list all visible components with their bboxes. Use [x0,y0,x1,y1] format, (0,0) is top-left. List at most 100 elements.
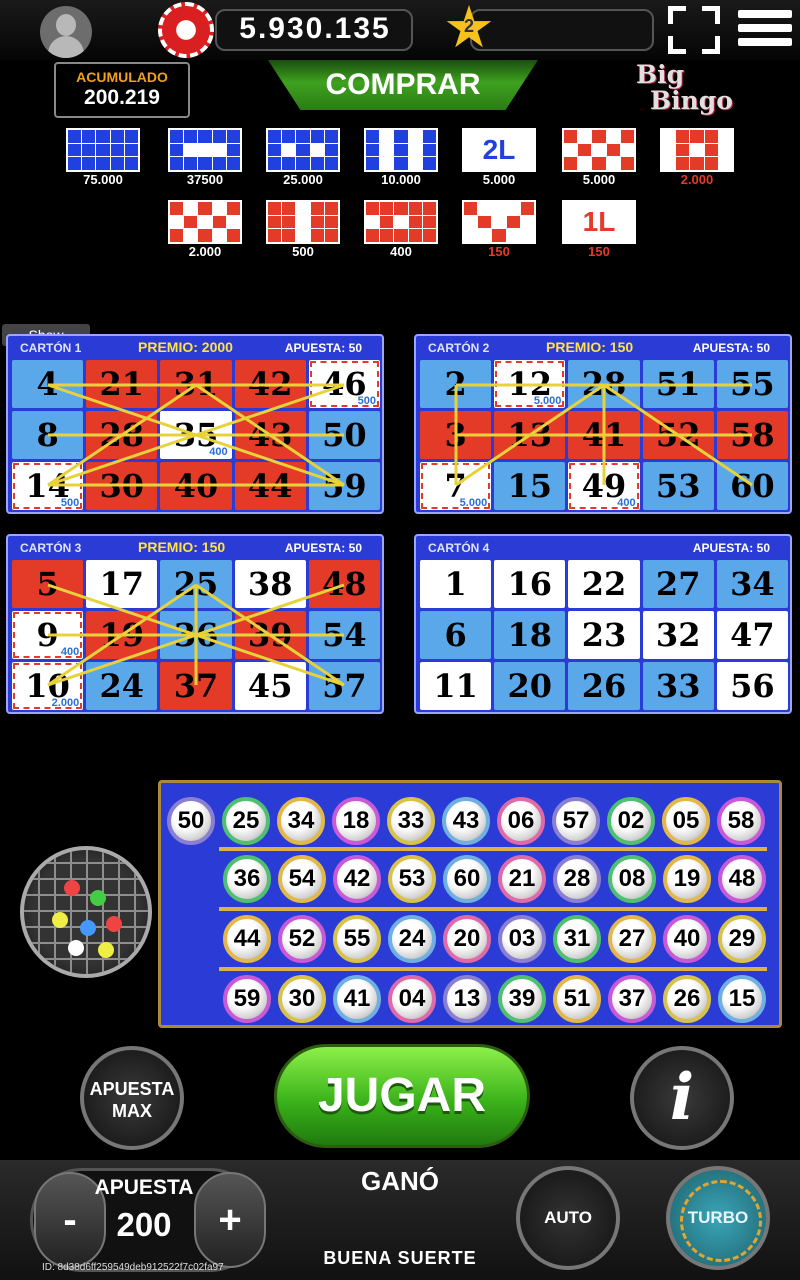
pattern-prize: 2.000 [680,172,714,187]
card-number: 21 [99,365,145,403]
poker-chip-icon [158,2,214,58]
card-prize: PREMIO: 150 [546,339,634,355]
jackpot-value: 200.219 [84,86,160,109]
turbo-button[interactable]: TURBO [666,1166,770,1270]
card-number: 32 [655,616,701,654]
card-title: CARTÓN 1 [20,341,82,355]
bingo-card-4[interactable]: CARTÓN 4 APUESTA: 50 1 16 22 27 34 6 18 23 32 47 11 2… [414,534,792,714]
card-number: 28 [581,365,627,403]
pattern-grid: 1L [562,200,636,244]
pattern-grid [462,200,536,244]
drawn-ball: 51 [553,975,601,1023]
pattern-prize: 2.000 [188,244,222,259]
bet-label: APUESTA [94,1176,194,1199]
card-cell: 51 [642,360,714,408]
avatar-icon[interactable] [40,6,92,58]
card-number: 1 [444,565,467,603]
card-number: 44 [247,467,293,505]
bet-value: 200 [116,1206,172,1243]
drawn-ball: 08 [608,855,656,903]
max-bet-label-2: MAX [112,1101,152,1121]
card-cell: 46 500 [308,360,380,408]
card-number: 19 [99,616,145,654]
card-cell: 57 [308,662,380,710]
max-bet-button[interactable]: APUESTA MAX [80,1046,184,1150]
buy-button[interactable]: COMPRAR [268,60,538,110]
card-cell: 18 [494,611,566,659]
pattern-grid [266,200,340,244]
pattern-prize: 150 [488,244,510,259]
card-number: 8 [36,416,59,454]
pattern-8: 2.000 [168,200,242,259]
card-cell: 58 [716,411,788,459]
increase-bet-button[interactable]: + [194,1172,266,1268]
card-cell: 54 [308,611,380,659]
bingo-card-3[interactable]: CARTÓN 3 PREMIO: 150 APUESTA: 50 5 17 25 38 48 9… [6,534,384,714]
card-number: 9 [36,616,59,654]
card-grid: 4 21 31 42 46 500 8 28 35 400 43 50 14 500 30 40 44 59 [12,360,380,510]
drawn-ball: 43 [442,797,490,845]
pattern-prize: 400 [390,244,412,259]
bingo-cage-icon [20,846,152,978]
big-bingo-logo: Big Bingo [636,62,756,114]
card-cell: 60 [716,462,788,510]
cell-mini-prize: 400 [60,646,80,658]
status-message: BUENA SUERTE [323,1248,477,1268]
card-number: 50 [322,416,367,454]
card-number: 40 [173,467,219,505]
card-grid: 2 12 5.000 28 51 55 3 13 41 52 58 7 5.000 15 49 400 53 60 [420,360,788,510]
drawn-ball: 54 [278,855,326,903]
drawn-ball: 03 [498,915,546,963]
card-cell: 41 [568,411,640,459]
cell-mini-prize: 400 [209,446,228,458]
card-cell: 28 [568,360,640,408]
drawn-ball: 19 [663,855,711,903]
drawn-ball: 30 [278,975,326,1023]
card-cell: 17 [86,560,158,608]
card-cell: 45 [234,662,306,710]
drawn-ball: 33 [387,797,435,845]
drawn-ball: 28 [553,855,601,903]
drawn-ball: 27 [608,915,656,963]
pattern-3: 25.000 [266,128,340,187]
info-button[interactable]: i [630,1046,734,1150]
won-label: GANÓ [361,1166,439,1196]
card-bet: APUESTA: 50 [692,541,770,555]
bingo-card-2[interactable]: CARTÓN 2 PREMIO: 150 APUESTA: 50 2 12 5.000 28… [414,334,792,514]
card-number: 48 [322,565,367,603]
card-cell: 44 [234,462,306,510]
card-cell: 19 [86,611,158,659]
max-bet-label-1: APUESTA [89,1079,175,1099]
pattern-prize: 25.000 [283,172,323,187]
card-header: CARTÓN 2 PREMIO: 150 APUESTA: 50 [416,336,790,360]
card-cell: 6 [420,611,492,659]
pattern-grid [364,128,438,172]
card-number: 58 [730,416,775,454]
card-cell: 48 [308,560,380,608]
card-number: 5 [36,565,59,603]
drawn-ball: 36 [223,855,271,903]
pattern-9: 500 [266,200,340,259]
cell-mini-prize: 5.000 [533,395,562,407]
pattern-grid [660,128,734,172]
card-cell: 49 400 [568,462,640,510]
play-button[interactable]: JUGAR [274,1044,530,1148]
pattern-prize: 150 [588,244,610,259]
card-number: 27 [655,565,701,603]
pattern-prize: 37500 [186,172,224,187]
drawn-ball: 13 [443,975,491,1023]
drawn-ball: 37 [608,975,656,1023]
bingo-card-1[interactable]: CARTÓN 1 PREMIO: 2000 APUESTA: 50 4 21 31 42 46… [6,334,384,514]
fullscreen-icon[interactable] [668,6,720,54]
card-cell: 8 [12,411,84,459]
drawn-ball: 18 [332,797,380,845]
card-number: 54 [322,616,367,654]
pattern-prize: 10.000 [381,172,421,187]
drawn-ball: 20 [443,915,491,963]
drawn-ball: 24 [388,915,436,963]
hamburger-menu-icon[interactable] [738,10,792,50]
card-cell: 39 [234,611,306,659]
card-cell: 27 [642,560,714,608]
card-cell: 5 [12,560,84,608]
auto-button[interactable]: AUTO [516,1166,620,1270]
